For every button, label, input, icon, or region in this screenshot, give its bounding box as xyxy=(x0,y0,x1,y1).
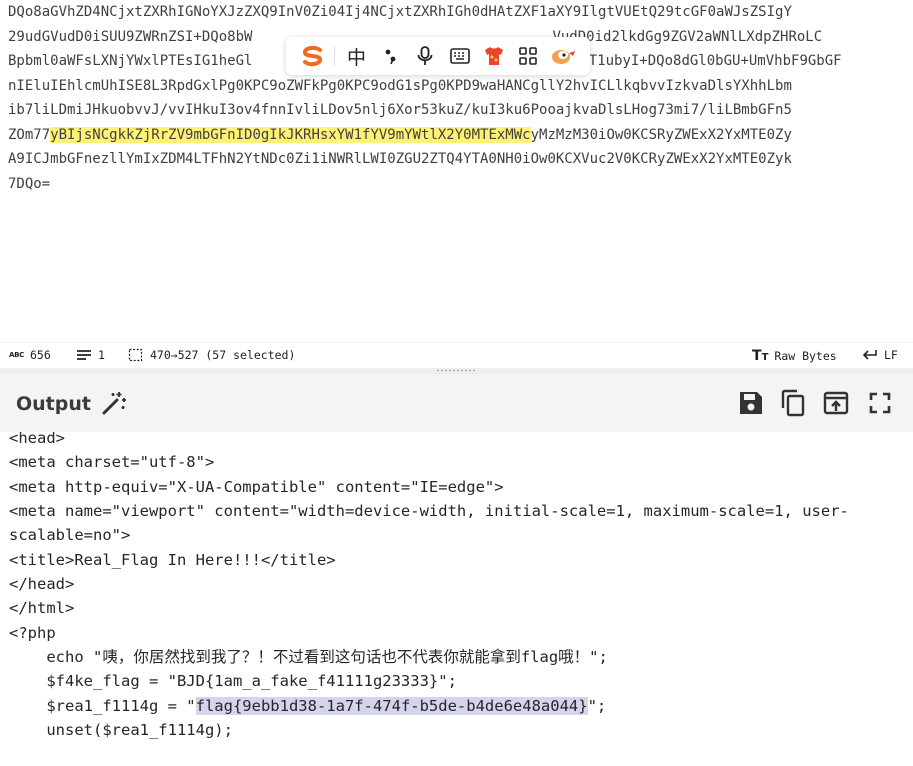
text-format-icon: TT xyxy=(752,348,769,364)
shirt-icon[interactable] xyxy=(477,41,511,71)
input-line: nIEluIEhlcmUhISE8L3RpdGxlPg0KPC9oZWFkPg0… xyxy=(8,77,792,94)
mascot-icon[interactable] xyxy=(546,41,580,71)
input-line: ib7liLDmiJHkuobvvJ/vvIHkuI3ov4fnnIvliLDo… xyxy=(8,102,792,118)
save-icon[interactable] xyxy=(737,389,765,417)
magic-wand-icon[interactable] xyxy=(100,389,128,417)
maximize-icon[interactable] xyxy=(866,389,894,417)
input-selection-highlight: yBIjsNCgkkZjRrZV9mbGFnID0gIkJKRHsxYW1fYV… xyxy=(50,126,531,143)
input-status-bar: ABC 656 1 470→527 (57 selected) TT Raw B… xyxy=(0,342,913,369)
input-line-text: sZT1ubyI+DQo8dGl0bGU+UmVhbF9GbGF xyxy=(571,53,842,69)
copy-icon[interactable] xyxy=(779,389,807,417)
output-line-text: $rea1_f1114g = " xyxy=(9,697,196,715)
char-count-icon: ABC xyxy=(9,351,24,359)
output-header: Output xyxy=(0,374,913,433)
input-line: A9ICJmbGFnezllYmIxZDM4LTFhN2YtNDc0Zi1iNW… xyxy=(8,151,792,167)
sogou-logo-icon[interactable] xyxy=(296,41,330,71)
language-toggle-button[interactable]: 中 xyxy=(339,41,373,71)
input-line-text: ZOm77 xyxy=(8,126,51,143)
output-line: <head> xyxy=(9,432,65,447)
toolbar-separator xyxy=(334,46,336,66)
mic-icon[interactable] xyxy=(408,41,442,71)
output-line: $rea1_f1114g = "flag{9ebb1d38-1a7f-474f-… xyxy=(9,694,606,718)
eol-label: LF xyxy=(884,348,898,362)
apps-grid-icon[interactable] xyxy=(511,41,545,71)
eol-toggle[interactable]: LF xyxy=(862,348,898,362)
line-count-indicator: 1 xyxy=(76,348,105,362)
line-count-value: 1 xyxy=(98,348,105,362)
input-line-text: yMzMzM30iOw0KCSRyZWExX2YxMTE0Zy xyxy=(530,126,792,143)
flag-selection: flag{9ebb1d38-1a7f-474f-b5de-b4de6e48a04… xyxy=(195,697,588,715)
selection-indicator: 470→527 (57 selected) xyxy=(128,348,295,362)
output-text-area[interactable]: <head> <meta charset="utf-8"> <meta http… xyxy=(0,432,913,766)
input-line-text: Bpbml0aWFsLXNjYWxlPTEsIG1heGl xyxy=(8,53,253,69)
output-line: $f4ke_flag = "BJD{1am_a_fake_f41111g2333… xyxy=(9,672,457,690)
output-line: <meta http-equiv="X-UA-Compatible" conte… xyxy=(9,478,504,496)
output-line-text: "; xyxy=(587,697,607,715)
output-line: scalable=no"> xyxy=(9,526,131,544)
input-line-text: VudD0id2lkdGg9ZGV2aWNlLXdpZHRoLC xyxy=(552,28,823,45)
output-line: unset($rea1_f1114g); xyxy=(9,721,233,739)
ime-toolbar: 中 xyxy=(286,37,590,75)
input-line: DQo8aGVhZD4NCjxtZXRhIGNoYXJzZXQ9InV0Zi04… xyxy=(8,4,792,20)
output-line: echo "咦，你居然找到我了？！不过看到这句话也不代表你就能拿到flag哦！"… xyxy=(9,648,608,666)
selection-icon xyxy=(128,348,143,362)
selection-range: 470→527 (57 selected) xyxy=(150,348,296,362)
input-line: ZOm77yBIjsNCgkkZjRrZV9mbGFnID0gIkJKRHsxY… xyxy=(8,123,913,148)
char-count-value: 656 xyxy=(30,348,51,362)
input-line-text: 29udGVudD0iSUU9ZWRnZSI+DQo8bW xyxy=(8,28,253,45)
input-line: 7DQo= xyxy=(8,175,51,192)
replace-input-icon[interactable] xyxy=(822,389,850,417)
raw-bytes-label: Raw Bytes xyxy=(774,349,837,363)
raw-bytes-toggle[interactable]: TT Raw Bytes xyxy=(752,348,837,364)
output-line: <meta name="viewport" content="width=dev… xyxy=(9,502,849,520)
output-line: </html> xyxy=(9,599,75,617)
output-line: </head> xyxy=(9,575,75,593)
return-arrow-icon xyxy=(862,350,877,360)
punctuation-toggle-icon[interactable] xyxy=(374,41,408,71)
grip-dots xyxy=(436,369,476,372)
output-title: Output xyxy=(16,393,91,415)
char-count-indicator: ABC 656 xyxy=(9,348,51,362)
output-line: <?php xyxy=(9,624,56,642)
output-line: <title>Real_Flag In Here!!!</title> xyxy=(9,551,336,569)
keyboard-icon[interactable] xyxy=(442,41,476,71)
lines-icon xyxy=(77,350,91,360)
output-line: <meta charset="utf-8"> xyxy=(9,453,215,471)
